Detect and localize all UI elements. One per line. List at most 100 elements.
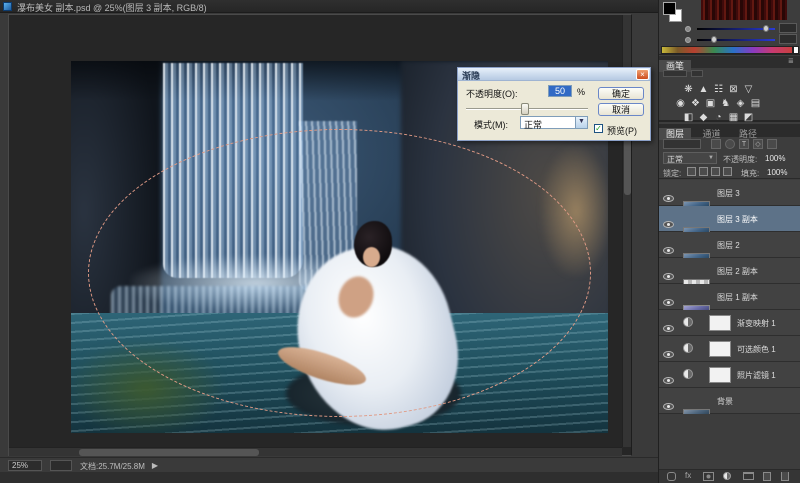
visibility-eye-icon[interactable] <box>663 195 674 202</box>
layer-style-fx-icon[interactable]: fx <box>685 471 691 480</box>
layers-filter-row: T ◇ <box>659 138 800 151</box>
color-slider-thumb-1[interactable] <box>763 25 769 32</box>
foreground-color-swatch[interactable] <box>663 2 676 15</box>
layer-row[interactable]: 图层 3 <box>659 180 800 206</box>
lock-pixels-icon[interactable] <box>699 167 708 176</box>
layer-name[interactable]: 图层 2 <box>717 240 740 251</box>
preset-icon-row-3[interactable]: ◧◆◔▦◩ <box>681 107 756 125</box>
lock-transparent-icon[interactable] <box>687 167 696 176</box>
fade-dialog-titlebar[interactable]: 渐隐 × <box>458 68 650 81</box>
adjustment-layer-row[interactable]: 可选颜色 1 <box>659 336 800 362</box>
new-adjustment-icon[interactable] <box>723 472 731 480</box>
layer-mask-thumbnail[interactable] <box>709 315 731 331</box>
panel-menu-icon[interactable]: ≣ <box>788 58 798 66</box>
layer-name[interactable]: 图层 3 副本 <box>717 214 758 225</box>
visibility-eye-icon[interactable] <box>663 273 674 280</box>
preset-icon[interactable]: ◔ <box>711 111 726 124</box>
visibility-eye-icon[interactable] <box>663 325 674 332</box>
ok-button[interactable]: 确定 <box>598 87 644 100</box>
layer-row[interactable]: 图层 2 副本 <box>659 258 800 284</box>
horizontal-scrollbar[interactable] <box>9 447 622 456</box>
color-value-box-2[interactable] <box>779 34 797 44</box>
zoom-percent-field[interactable]: 25% <box>8 460 42 471</box>
spectrum-white-chip[interactable] <box>793 46 799 54</box>
status-bar: 25% 文档:25.7M/25.8M ▶ <box>0 457 658 472</box>
preset-icon[interactable]: ▦ <box>726 111 741 124</box>
right-panel-dock: 画笔 ≣ ❋▲☷⊠▽ ◉❖▣♞◈▤ ◧◆◔▦◩ 图层 通道 路径 <box>658 0 800 483</box>
delete-layer-icon[interactable] <box>781 472 789 481</box>
layer-name[interactable]: 图层 2 副本 <box>717 266 758 277</box>
lock-all-icon[interactable] <box>723 167 732 176</box>
background-layer-row[interactable]: 背景 <box>659 388 800 414</box>
filter-type-icon[interactable]: T <box>739 139 749 149</box>
preview-checkbox[interactable]: ✓ <box>594 124 603 133</box>
filter-smartobject-icon[interactable] <box>767 139 777 149</box>
status-extra-box[interactable] <box>50 460 72 471</box>
layers-empty-area <box>659 414 800 469</box>
link-layers-icon[interactable] <box>667 472 676 481</box>
layer-name[interactable]: 背景 <box>717 396 733 407</box>
layer-row[interactable]: 图层 1 副本 <box>659 284 800 310</box>
preset-icon[interactable]: ◩ <box>741 111 756 124</box>
visibility-eye-icon[interactable] <box>663 351 674 358</box>
preset-icon[interactable]: ◧ <box>681 111 696 124</box>
layer-name[interactable]: 照片滤镜 1 <box>737 370 776 381</box>
dialog-close-button[interactable]: × <box>636 69 649 80</box>
blend-dropdown-arrow-icon: ▼ <box>708 155 714 161</box>
adjustment-layer-icon[interactable] <box>683 369 693 379</box>
filter-kind-dropdown[interactable] <box>663 139 701 149</box>
new-layer-icon[interactable] <box>763 472 771 481</box>
lock-position-icon[interactable] <box>711 167 720 176</box>
visibility-eye-icon[interactable] <box>663 299 674 306</box>
preset-option-box-1[interactable] <box>663 70 687 77</box>
filter-shape-icon[interactable]: ◇ <box>753 139 763 149</box>
layer-name[interactable]: 图层 3 <box>717 188 740 199</box>
layer-name[interactable]: 渐变映射 1 <box>737 318 776 329</box>
channel-swatch-2 <box>685 37 691 43</box>
layer-row[interactable]: 图层 2 <box>659 232 800 258</box>
color-slider-thumb-2[interactable] <box>711 36 717 43</box>
adjustment-layer-row[interactable]: 照片滤镜 1 <box>659 362 800 388</box>
layers-opacity-value[interactable]: 100% <box>765 154 785 163</box>
layer-row-selected[interactable]: 图层 3 副本 <box>659 206 800 232</box>
adjustment-layer-row[interactable]: 渐变映射 1 <box>659 310 800 336</box>
horizontal-scrollbar-thumb[interactable] <box>79 449 259 456</box>
photoshop-window: 瀑布美女 副本.psd @ 25%(图层 3 副本, RGB/8) <box>0 0 800 483</box>
adjustment-layer-icon[interactable] <box>683 343 693 353</box>
blend-mode-dropdown[interactable]: 正常 ▼ <box>663 152 717 164</box>
adjustment-layer-icon[interactable] <box>683 317 693 327</box>
visibility-eye-icon[interactable] <box>663 377 674 384</box>
visibility-eye-icon[interactable] <box>663 247 674 254</box>
status-menu-arrow-icon[interactable]: ▶ <box>150 461 160 471</box>
cancel-button[interactable]: 取消 <box>598 103 644 116</box>
add-mask-icon[interactable] <box>703 472 714 481</box>
visibility-eye-icon[interactable] <box>663 221 674 228</box>
filter-image-icon[interactable] <box>711 139 721 149</box>
mode-combobox[interactable]: 正常 ▼ <box>520 116 588 129</box>
filter-adjustment-icon[interactable] <box>725 139 735 149</box>
title-bar[interactable]: 瀑布美女 副本.psd @ 25%(图层 3 副本, RGB/8) <box>0 0 658 13</box>
fade-dialog[interactable]: 渐隐 × 不透明度(O): 50 % 模式(M): 正常 ▼ 确定 取消 ✓ 预… <box>457 67 651 141</box>
opacity-label: 不透明度(O): <box>466 87 518 100</box>
layer-name[interactable]: 图层 1 副本 <box>717 292 758 303</box>
lock-row: 锁定: 填充: 100% <box>659 165 800 179</box>
color-value-box-1[interactable] <box>779 23 797 33</box>
layer-mask-thumbnail[interactable] <box>709 341 731 357</box>
color-slider-track-2[interactable] <box>697 39 775 41</box>
preset-option-box-2[interactable] <box>691 70 703 77</box>
brush-panel-toolbar <box>659 69 800 78</box>
visibility-eye-icon[interactable] <box>663 403 674 410</box>
mode-label: 模式(M): <box>474 118 508 131</box>
combo-arrow-icon[interactable]: ▼ <box>575 117 587 128</box>
new-group-icon[interactable] <box>743 472 754 480</box>
opacity-value-field[interactable]: 50 <box>548 85 572 97</box>
layers-opacity-label: 不透明度: <box>723 154 757 165</box>
opacity-slider-thumb[interactable] <box>521 103 529 115</box>
layer-mask-thumbnail[interactable] <box>709 367 731 383</box>
mode-value: 正常 <box>524 118 542 131</box>
preset-icon[interactable]: ◆ <box>696 111 711 124</box>
layer-name[interactable]: 可选颜色 1 <box>737 344 776 355</box>
color-spectrum-ramp[interactable] <box>661 46 793 54</box>
fill-value[interactable]: 100% <box>767 168 787 177</box>
ellipse-selection-ants[interactable] <box>88 129 591 417</box>
